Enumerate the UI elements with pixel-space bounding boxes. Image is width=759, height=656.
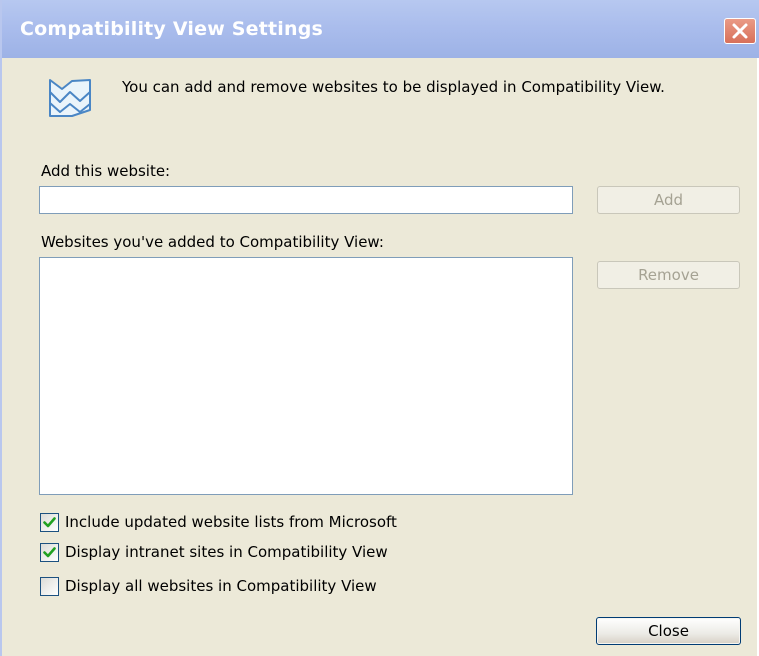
add-website-input[interactable]: [39, 186, 573, 214]
window-title: Compatibility View Settings: [20, 18, 324, 40]
option-include-updated-lists[interactable]: Include updated website lists from Micro…: [40, 511, 397, 533]
dialog-window: Compatibility View Settings You can add …: [0, 0, 759, 656]
checkmark-icon: [43, 546, 56, 557]
close-x-icon: [732, 23, 748, 39]
info-description: You can add and remove websites to be di…: [122, 78, 665, 96]
compatibility-view-icon: [46, 76, 96, 124]
checkbox-include-updated-lists[interactable]: [40, 512, 59, 532]
checkbox-display-intranet-sites[interactable]: [40, 542, 59, 562]
checkmark-icon: [43, 516, 56, 527]
checkbox-label: Display all websites in Compatibility Vi…: [65, 577, 377, 595]
add-website-label: Add this website:: [41, 162, 171, 180]
option-display-all-websites[interactable]: Display all websites in Compatibility Vi…: [40, 575, 377, 597]
add-button[interactable]: Add: [597, 186, 740, 214]
remove-button[interactable]: Remove: [597, 261, 740, 289]
websites-listbox[interactable]: [39, 257, 573, 495]
title-bar[interactable]: Compatibility View Settings: [2, 0, 759, 58]
window-close-button[interactable]: [724, 18, 756, 44]
option-display-intranet-sites[interactable]: Display intranet sites in Compatibility …: [40, 541, 388, 563]
websites-list-label: Websites you've added to Compatibility V…: [41, 233, 384, 251]
close-button[interactable]: Close: [596, 617, 741, 645]
checkbox-label: Include updated website lists from Micro…: [65, 513, 397, 531]
checkbox-display-all-websites[interactable]: [40, 576, 59, 596]
checkbox-label: Display intranet sites in Compatibility …: [65, 543, 388, 561]
